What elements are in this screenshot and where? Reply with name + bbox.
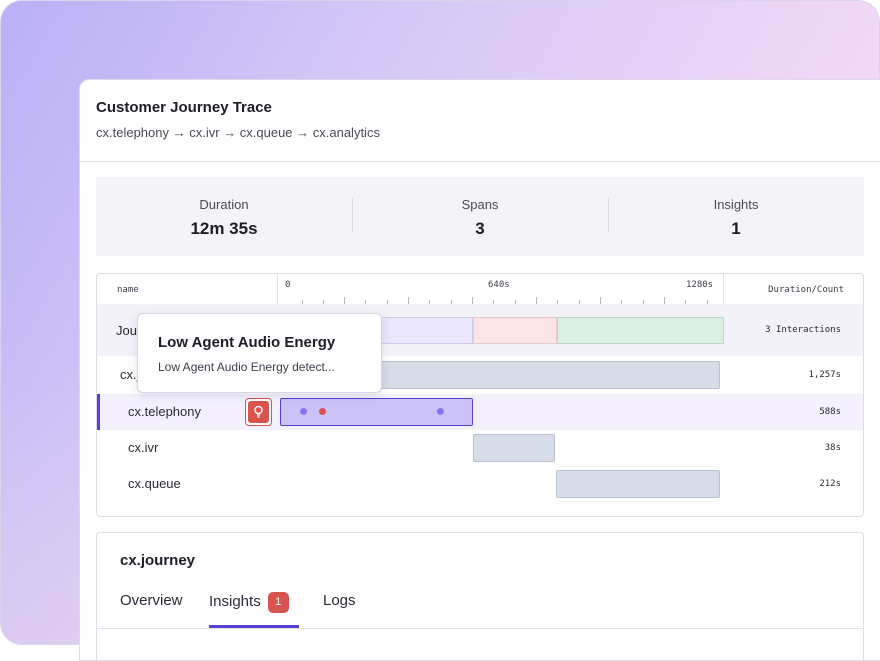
service-path: cx.telephony → cx.ivr → cx.queue → cx.an… [96, 125, 380, 140]
row-label: cx.ivr [128, 440, 159, 455]
span-bar[interactable] [473, 434, 555, 462]
tab-label: Logs [323, 592, 356, 609]
stat-label: Insights [713, 197, 759, 212]
row-value: 588s [819, 407, 841, 417]
divider [97, 628, 863, 629]
trace-header: Customer Journey Trace cx.telephony → cx… [80, 80, 880, 162]
stat-value: 1 [731, 219, 741, 238]
axis-tick [472, 297, 473, 304]
axis-tick [344, 297, 345, 304]
tooltip-title: Low Agent Audio Energy [158, 334, 336, 351]
table-header: name 0 640s 1280s Duration/Count [97, 274, 863, 305]
axis-tick-label: 1280s [686, 280, 714, 290]
detail-title: cx.journey [120, 552, 196, 569]
tab-logs[interactable]: Logs [323, 592, 356, 609]
event-dot-error[interactable] [319, 408, 326, 415]
insight-tooltip: Low Agent Audio Energy Low Agent Audio E… [137, 313, 382, 393]
tab-overview[interactable]: Overview [120, 592, 183, 609]
column-header-duration: Duration/Count [768, 285, 844, 295]
table-row-telephony[interactable]: cx.telephony 588s [97, 394, 863, 430]
axis-tick-label: 640s [488, 280, 510, 290]
span-bar-selected[interactable] [280, 398, 473, 426]
insight-marker[interactable] [245, 398, 272, 426]
axis-tick-label: 0 [285, 280, 291, 290]
stat-label: Spans [461, 197, 499, 212]
stats-summary: Duration 12m 35s Spans 3 Insights 1 [96, 177, 864, 256]
interaction-segment-red[interactable] [473, 317, 557, 344]
count-badge: 1 [267, 592, 289, 613]
stat-label: Duration [199, 197, 249, 212]
row-value: 1,257s [808, 370, 841, 380]
selected-indicator [97, 394, 100, 430]
span-detail-panel: cx.journey Overview Insights 1 Logs [96, 532, 864, 660]
row-value: 38s [824, 443, 841, 453]
stat-value: 3 [475, 219, 485, 238]
row-label: cx.queue [128, 476, 181, 491]
stat-insights: Insights 1 [608, 177, 864, 256]
stat-spans: Spans 3 [352, 177, 608, 256]
tab-label: Insights [209, 593, 261, 610]
divider [277, 274, 278, 304]
tab-label: Overview [120, 592, 183, 609]
event-dot[interactable] [437, 408, 444, 415]
row-value: 3 Interactions [765, 325, 841, 335]
axis-tick [600, 297, 601, 304]
stat-value: 12m 35s [190, 219, 258, 238]
span-bar[interactable] [556, 470, 720, 498]
row-value: 212s [819, 479, 841, 489]
tooltip-description: Low Agent Audio Energy detect... [158, 360, 335, 374]
event-dot[interactable] [300, 408, 307, 415]
column-header-name: name [117, 285, 139, 295]
axis-tick [664, 297, 665, 304]
axis-tick [408, 297, 409, 304]
table-row-queue[interactable]: cx.queue 212s [97, 466, 863, 502]
interaction-segment-green[interactable] [557, 317, 724, 344]
tab-insights[interactable]: Insights 1 [209, 592, 289, 613]
axis-tick [536, 297, 537, 304]
divider [723, 274, 724, 304]
page-title: Customer Journey Trace [96, 99, 272, 116]
row-label: cx.telephony [128, 404, 201, 419]
table-row-ivr[interactable]: cx.ivr 38s [97, 430, 863, 466]
trace-waterfall-table: name 0 640s 1280s Duration/Count 3 Inter… [96, 273, 864, 517]
stat-duration: Duration 12m 35s [96, 177, 352, 256]
lightbulb-icon [248, 401, 269, 423]
